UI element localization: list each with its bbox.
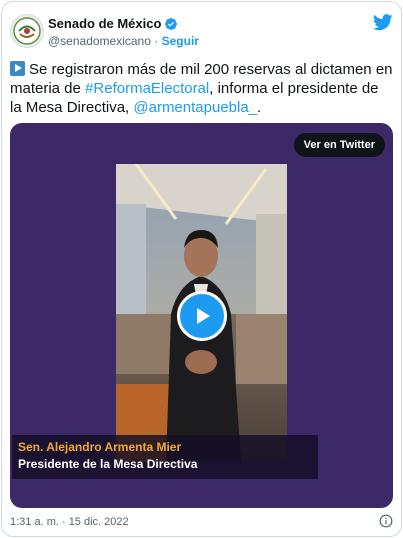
tweet-text: Se registraron más de mil 200 reservas a… — [10, 60, 394, 117]
senado-seal-icon[interactable] — [10, 14, 44, 48]
account-name[interactable]: Senado de México — [48, 16, 178, 31]
account-name-text[interactable]: Senado de México — [48, 16, 161, 31]
account-handle[interactable]: @senadomexicano — [48, 34, 151, 48]
separator-dot: · — [154, 34, 159, 48]
caption-title: Presidente de la Mesa Directiva — [18, 457, 198, 471]
play-icon[interactable] — [177, 291, 227, 341]
tweet-timestamp[interactable]: 1:31 a. m. · 15 dic. 2022 — [10, 516, 129, 528]
tweet-text-part-3: . — [257, 99, 262, 116]
info-icon[interactable] — [379, 514, 393, 528]
follow-link[interactable]: Seguir — [162, 34, 199, 48]
play-button-emoji-icon — [10, 61, 25, 76]
video-caption: Sen. Alejandro Armenta Mier Presidente d… — [12, 435, 318, 479]
twitter-bird-icon[interactable] — [373, 14, 393, 31]
hashtag-link[interactable]: #ReformaElectoral — [85, 80, 209, 97]
verified-badge-icon — [165, 17, 178, 30]
handle-line: @senadomexicano · Seguir — [48, 34, 199, 48]
mention-link[interactable]: @armentapuebla_ — [133, 99, 257, 116]
caption-name: Sen. Alejandro Armenta Mier — [18, 440, 182, 454]
watch-on-twitter-button[interactable]: Ver en Twitter — [293, 133, 385, 157]
video-player[interactable]: Ver en Twitter Sen. Alejandro Armenta Mi… — [10, 123, 393, 508]
